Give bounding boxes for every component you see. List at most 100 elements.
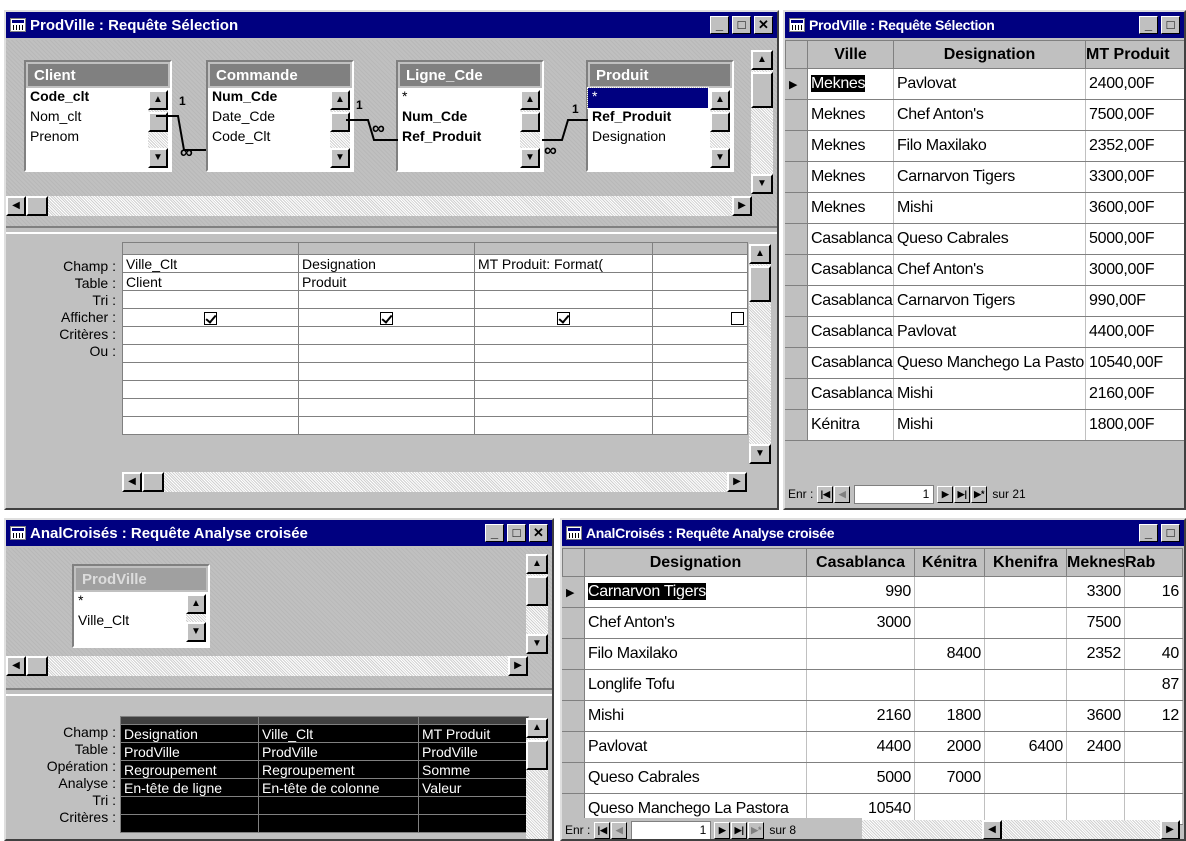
row-selector[interactable]: [785, 223, 808, 255]
table-cell[interactable]: 1800: [914, 700, 985, 732]
row-selector[interactable]: [562, 669, 585, 701]
table-row[interactable]: Kénitra Mishi 1800,00F: [785, 409, 1184, 441]
grid-cell[interactable]: Ville_Clt: [258, 724, 419, 743]
table-cell[interactable]: 3300: [1066, 576, 1125, 608]
maximize-button[interactable]: □: [732, 16, 751, 34]
table-cell[interactable]: 2352: [1066, 638, 1125, 670]
column-header[interactable]: Ville: [807, 40, 894, 69]
row-selector[interactable]: [785, 130, 808, 162]
table-list-client[interactable]: Client Code_clt Nom_clt Prenom ▲ ▼: [24, 60, 172, 172]
table-list-ligne-cde[interactable]: Ligne_Cde * Num_Cde Ref_Produit ▲ ▼: [396, 60, 544, 172]
pane-horizontal-scrollbar[interactable]: ◀ ▶: [6, 656, 528, 676]
crosstab-grid[interactable]: Designation Ville_Clt MT Produit ProdVille…: [120, 716, 529, 833]
grid-cell[interactable]: [652, 290, 748, 309]
show-checkbox[interactable]: [731, 312, 744, 326]
table-cell[interactable]: [984, 576, 1067, 608]
table-cell[interactable]: 4400,00F: [1085, 316, 1184, 348]
last-record-button[interactable]: ▶|: [731, 821, 748, 839]
grid-cell-table[interactable]: [474, 272, 653, 291]
grid-cell[interactable]: [122, 290, 299, 309]
last-record-button[interactable]: ▶|: [954, 485, 971, 503]
grid-cell[interactable]: Valeur: [418, 778, 529, 797]
grid-cell[interactable]: ProdVille: [258, 742, 419, 761]
row-selector[interactable]: ▶: [562, 576, 585, 608]
table-cell[interactable]: 5000: [806, 762, 915, 794]
pane-vertical-scrollbar[interactable]: ▲ ▼: [526, 554, 548, 654]
table-row[interactable]: Longlife Tofu 87: [562, 669, 1183, 701]
row-selector[interactable]: [785, 316, 808, 348]
table-cell[interactable]: Carnarvon Tigers: [584, 576, 807, 608]
table-cell[interactable]: 5000,00F: [1085, 223, 1184, 255]
table-cell[interactable]: 1800,00F: [1085, 409, 1184, 441]
table-cell[interactable]: Casablanca: [807, 378, 894, 410]
table-cell[interactable]: 2400,00F: [1085, 68, 1184, 100]
datasheet-window-prodville[interactable]: ProdVille : Requête Sélection _ □ Ville D…: [783, 10, 1186, 510]
table-cell[interactable]: 3600: [1066, 700, 1125, 732]
table-cell[interactable]: Queso Cabrales: [893, 223, 1086, 255]
table-cell[interactable]: Casablanca: [807, 223, 894, 255]
next-record-button[interactable]: ▶: [937, 485, 954, 503]
table-row[interactable]: Filo Maxilako 8400 2352 40: [562, 638, 1183, 670]
show-checkbox[interactable]: [204, 312, 217, 326]
table-cell[interactable]: [984, 638, 1067, 670]
table-cell[interactable]: Mishi: [584, 700, 807, 732]
table-cell[interactable]: [1124, 607, 1183, 639]
table-cell[interactable]: 6400: [984, 731, 1067, 763]
minimize-button[interactable]: _: [485, 524, 504, 542]
table-cell[interactable]: 10540,00F: [1085, 347, 1184, 379]
table-row[interactable]: Pavlovat 4400 2000 6400 2400: [562, 731, 1183, 763]
title-bar[interactable]: ProdVille : Requête Sélection: [6, 12, 777, 38]
table-cell[interactable]: Mishi: [893, 378, 1086, 410]
grid-cell-champ[interactable]: Ville_Clt: [122, 254, 299, 273]
title-bar[interactable]: AnalCroisés : Requête Analyse croisée: [6, 520, 552, 546]
table-cell[interactable]: 40: [1124, 638, 1183, 670]
table-row[interactable]: Meknes Mishi 3600,00F: [785, 192, 1184, 224]
prev-record-button[interactable]: ◀: [834, 485, 851, 503]
table-cell[interactable]: [914, 669, 985, 701]
column-header[interactable]: Designation: [584, 548, 807, 577]
table-row[interactable]: Casablanca Mishi 2160,00F: [785, 378, 1184, 410]
table-cell[interactable]: Pavlovat: [584, 731, 807, 763]
table-row[interactable]: Meknes Carnarvon Tigers 3300,00F: [785, 161, 1184, 193]
table-row[interactable]: Casablanca Chef Anton's 3000,00F: [785, 254, 1184, 286]
title-bar[interactable]: AnalCroisés : Requête Analyse croisée: [562, 520, 1184, 546]
column-header[interactable]: Khenifra: [984, 548, 1067, 577]
row-selector[interactable]: [785, 378, 808, 410]
row-selector[interactable]: [562, 700, 585, 732]
horizontal-scrollbar[interactable]: ◀ ▶: [862, 820, 1180, 839]
column-header[interactable]: MT Produit: [1085, 40, 1184, 69]
table-list-produit[interactable]: Produit * Ref_Produit Designation ▲ ▼: [586, 60, 734, 172]
table-cell[interactable]: [1066, 669, 1125, 701]
record-number-input[interactable]: 1: [854, 484, 935, 504]
close-button[interactable]: ✕: [529, 524, 548, 542]
table-cell[interactable]: 3000: [806, 607, 915, 639]
grid-cell[interactable]: ProdVille: [418, 742, 529, 761]
table-cell[interactable]: 4400: [806, 731, 915, 763]
table-cell[interactable]: 2160: [806, 700, 915, 732]
new-record-button[interactable]: ▶*: [971, 485, 988, 503]
title-bar[interactable]: ProdVille : Requête Sélection: [785, 12, 1184, 38]
table-row[interactable]: Chef Anton's 3000 7500: [562, 607, 1183, 639]
row-selector[interactable]: [785, 254, 808, 286]
table-cell[interactable]: Filo Maxilako: [584, 638, 807, 670]
table-cell[interactable]: Chef Anton's: [893, 99, 1086, 131]
grid-horizontal-scrollbar[interactable]: ◀ ▶: [122, 472, 747, 492]
grid-cell[interactable]: [652, 272, 748, 291]
table-cell[interactable]: 8400: [914, 638, 985, 670]
table-row[interactable]: Meknes Chef Anton's 7500,00F: [785, 99, 1184, 131]
table-cell[interactable]: 7000: [914, 762, 985, 794]
table-cell[interactable]: [914, 607, 985, 639]
row-selector[interactable]: [785, 285, 808, 317]
row-selector[interactable]: [785, 99, 808, 131]
table-cell[interactable]: Chef Anton's: [584, 607, 807, 639]
table-cell[interactable]: [806, 638, 915, 670]
qbe-grid[interactable]: Ville_Clt Designation MT Produit: Format( …: [122, 242, 748, 435]
table-cell[interactable]: Mishi: [893, 192, 1086, 224]
grid-cell[interactable]: [298, 290, 475, 309]
table-cell[interactable]: [914, 576, 985, 608]
table-cell[interactable]: Meknes: [807, 192, 894, 224]
table-cell[interactable]: Longlife Tofu: [584, 669, 807, 701]
grid-cell[interactable]: Regroupement: [258, 760, 419, 779]
table-row[interactable]: Meknes Filo Maxilako 2352,00F: [785, 130, 1184, 162]
first-record-button[interactable]: |◀: [594, 821, 611, 839]
